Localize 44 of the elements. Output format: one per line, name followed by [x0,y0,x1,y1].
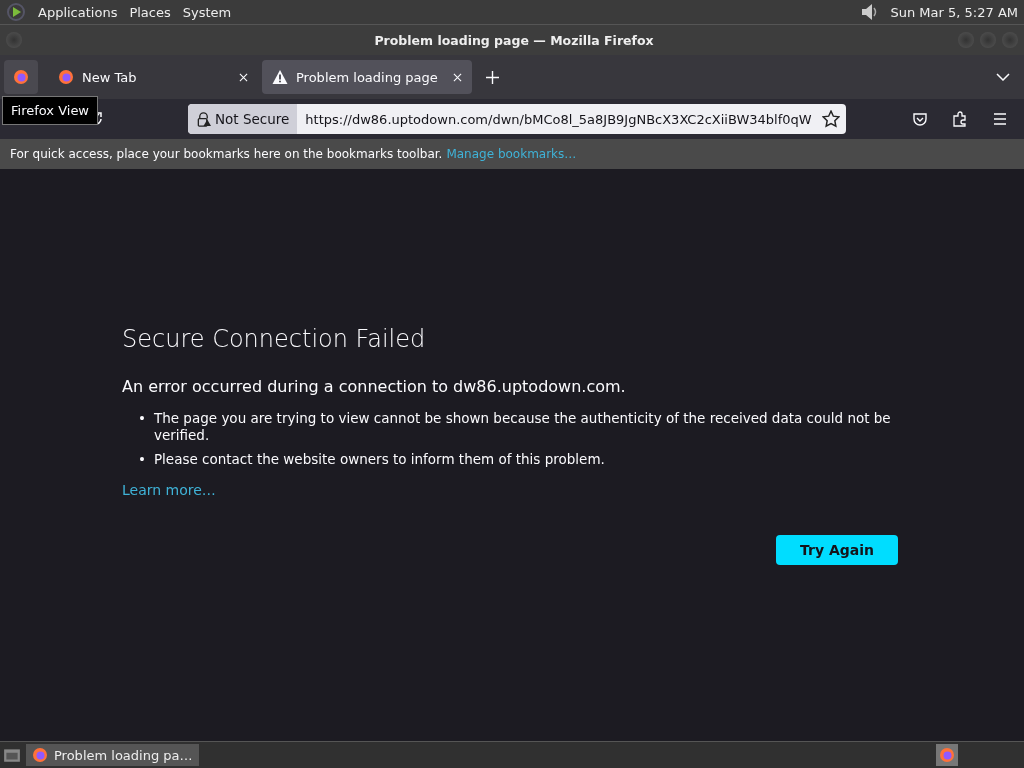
bullet-marker: • [138,409,146,428]
panel-menu[interactable]: Places [129,4,171,20]
error-bullet: Please contact the website owners to inform them of this problem. [153,450,605,469]
tab-label: Problem loading page [296,69,439,85]
warning-icon [272,69,288,85]
menu-icon[interactable] [992,111,1008,127]
browser-tab[interactable]: New Tab [48,60,258,94]
panel-menu[interactable]: System [182,4,232,20]
taskbar-label: Problem loading pa… [54,747,193,763]
workspace-switcher[interactable] [936,744,958,766]
learn-more-link[interactable]: Learn more… [122,482,216,499]
manage-bookmarks-link[interactable]: Manage bookmarks… [446,147,577,161]
close-icon[interactable] [453,72,462,82]
firefox-icon [32,747,48,763]
firefox-view-button[interactable] [4,60,38,94]
url-text: https://dw86.uptodown.com/dwn/bMCo8l_5a8JB9JgNBcX3XC2cXiiBW34blf0qW [304,111,812,127]
play-logo-icon[interactable] [6,2,26,22]
firefox-icon [13,69,29,85]
panel-menu[interactable]: Applications [38,4,118,20]
new-tab-icon[interactable] [486,70,499,84]
firefox-icon [58,69,74,85]
error-title: Secure Connection Failed [122,324,427,353]
tooltip: Firefox View [2,96,98,125]
error-bullet: The page you are trying to view cannot be shown because the authenticity of the received data could not be verified. [153,409,892,445]
chevron-down-icon[interactable] [996,73,1010,81]
firefox-icon [939,747,955,763]
show-desktop-icon[interactable] [2,746,22,764]
taskbar-window-button[interactable]: Problem loading pa… [26,744,199,766]
tab-label: New Tab [82,69,138,85]
error-description: An error occurred during a connection to dw86.uptodown.com. [122,376,627,396]
bullet-marker: • [138,450,146,469]
star-icon[interactable] [822,110,840,128]
window-title: Problem loading page — Mozilla Firefox [373,32,655,48]
browser-tab[interactable]: Problem loading page [262,60,472,94]
security-indicator[interactable]: Not Secure [188,104,298,134]
try-again-button[interactable]: Try Again [776,535,898,566]
close-icon[interactable] [239,72,248,82]
url-bar[interactable]: Not Secure https://dw86.uptodown.com/dwn/bMCo8l_5a8JB9JgNBcX3XC2cXiiBW34blf0qW [188,104,846,134]
clock[interactable]: Sun Mar 5, 5:27 AM [890,4,1018,20]
security-label: Not Secure [215,111,290,127]
puzzle-icon[interactable] [952,111,968,127]
bookmarks-message: For quick access, place your bookmarks here on the bookmarks toolbar. [10,147,443,161]
pocket-icon[interactable] [912,111,928,127]
lock-warning-icon [196,111,211,127]
